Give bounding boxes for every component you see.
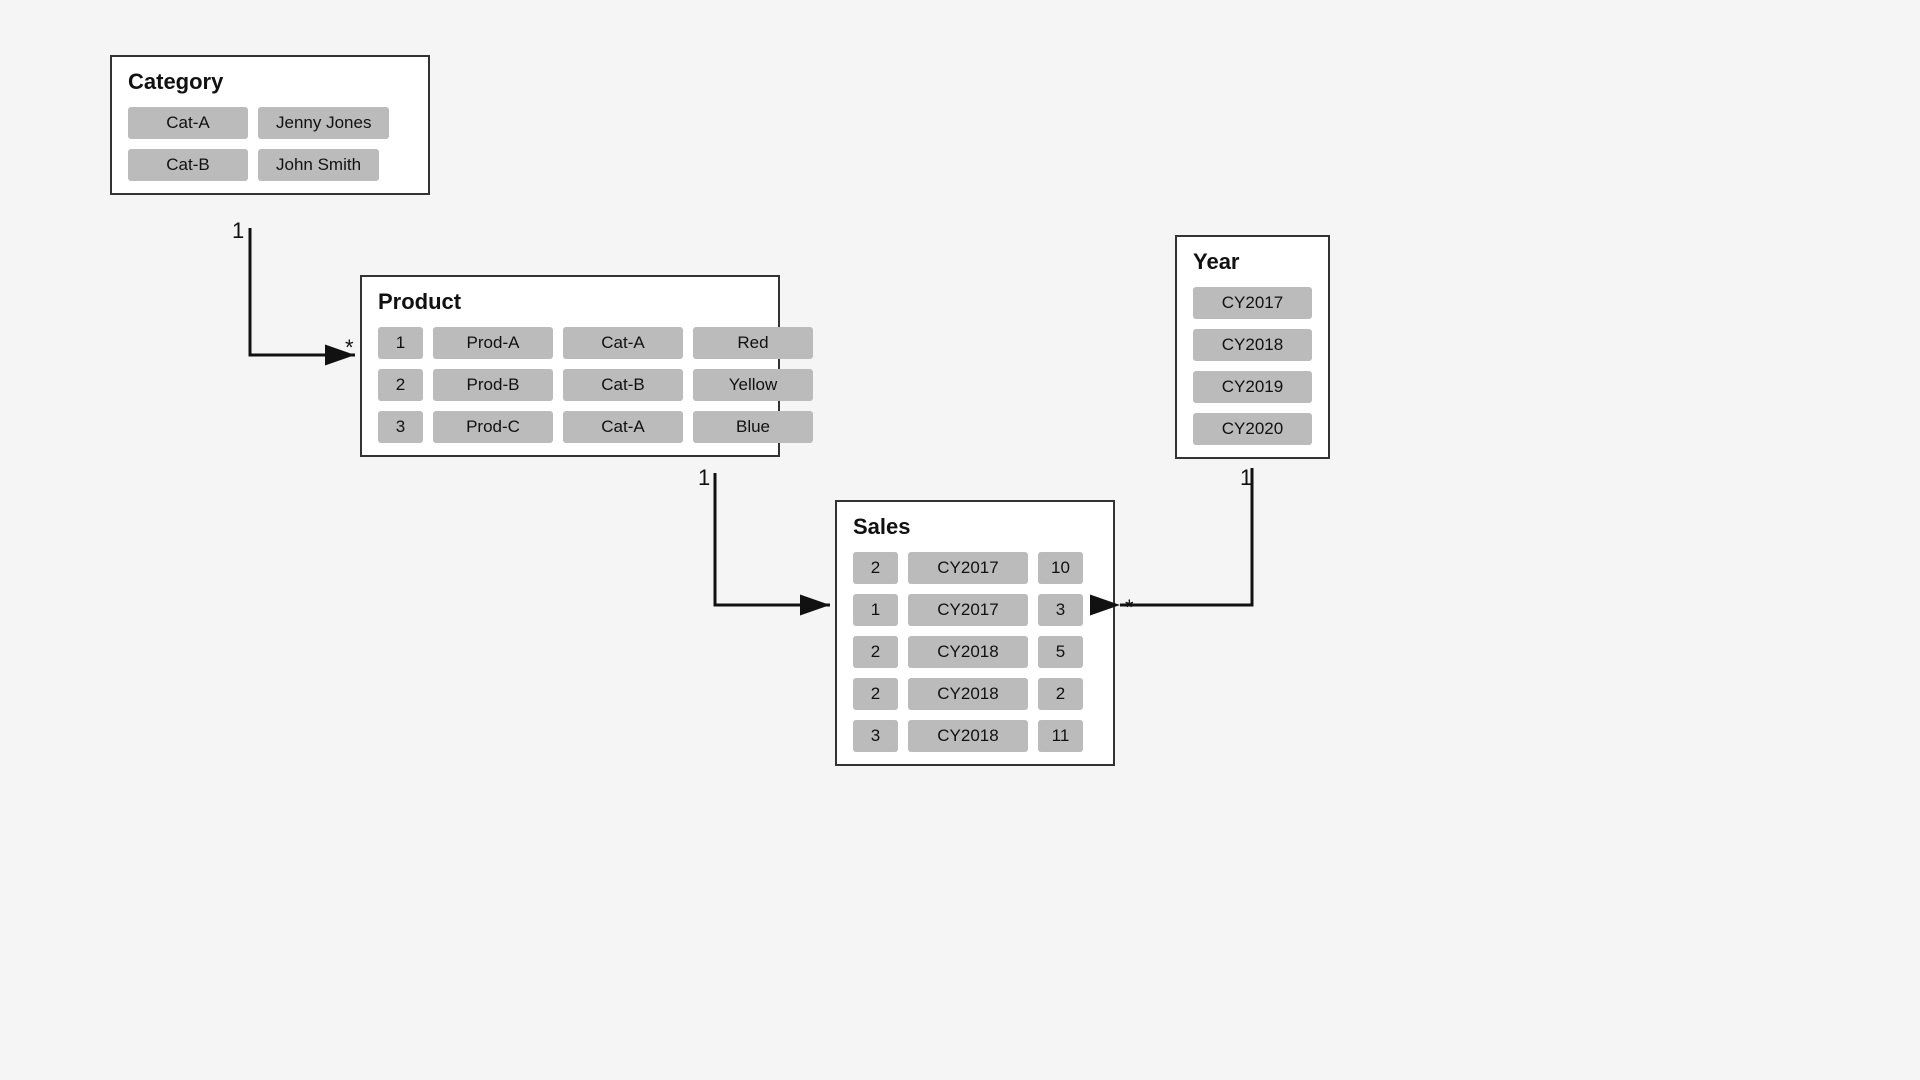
category-rows: Cat-A Jenny Jones Cat-B John Smith bbox=[128, 107, 412, 181]
cell-s2-val: 3 bbox=[1038, 594, 1083, 626]
table-row: 2 CY2017 10 bbox=[853, 552, 1097, 584]
arrow-label-star-cat-prod: * bbox=[345, 335, 354, 361]
cell-cat-a: Cat-A bbox=[128, 107, 248, 139]
cell-cy2020: CY2020 bbox=[1193, 413, 1312, 445]
cell-cy2019: CY2019 bbox=[1193, 371, 1312, 403]
product-title: Product bbox=[378, 289, 762, 315]
cell-cat-a-3: Cat-A bbox=[563, 411, 683, 443]
cell-s5-id: 3 bbox=[853, 720, 898, 752]
cell-s3-id: 2 bbox=[853, 636, 898, 668]
cell-prod-b: Prod-B bbox=[433, 369, 553, 401]
table-row: 3 Prod-C Cat-A Blue bbox=[378, 411, 762, 443]
cell-cy2017: CY2017 bbox=[1193, 287, 1312, 319]
cell-s2-id: 1 bbox=[853, 594, 898, 626]
cell-s1-id: 2 bbox=[853, 552, 898, 584]
cell-prod-a: Prod-A bbox=[433, 327, 553, 359]
cell-s3-val: 5 bbox=[1038, 636, 1083, 668]
table-row: 2 Prod-B Cat-B Yellow bbox=[378, 369, 762, 401]
cell-s1-val: 10 bbox=[1038, 552, 1083, 584]
cell-s4-val: 2 bbox=[1038, 678, 1083, 710]
sales-title: Sales bbox=[853, 514, 1097, 540]
table-row: CY2020 bbox=[1193, 413, 1312, 445]
table-row: 2 CY2018 2 bbox=[853, 678, 1097, 710]
table-row: Cat-B John Smith bbox=[128, 149, 412, 181]
table-row: 3 CY2018 11 bbox=[853, 720, 1097, 752]
arrow-label-star-prod-sales: * bbox=[800, 595, 809, 621]
cell-s5-year: CY2018 bbox=[908, 720, 1028, 752]
year-entity: Year CY2017 CY2018 CY2019 CY2020 bbox=[1175, 235, 1330, 459]
cell-s4-id: 2 bbox=[853, 678, 898, 710]
cell-cy2018: CY2018 bbox=[1193, 329, 1312, 361]
table-row: 2 CY2018 5 bbox=[853, 636, 1097, 668]
category-entity: Category Cat-A Jenny Jones Cat-B John Sm… bbox=[110, 55, 430, 195]
category-title: Category bbox=[128, 69, 412, 95]
cell-cat-b: Cat-B bbox=[128, 149, 248, 181]
cell-yellow: Yellow bbox=[693, 369, 813, 401]
arrow-label-1-year-sales: 1 bbox=[1240, 465, 1252, 491]
cell-s3-year: CY2018 bbox=[908, 636, 1028, 668]
cell-jenny-jones: Jenny Jones bbox=[258, 107, 389, 139]
year-rows: CY2017 CY2018 CY2019 CY2020 bbox=[1193, 287, 1312, 445]
cell-s1-year: CY2017 bbox=[908, 552, 1028, 584]
cell-john-smith: John Smith bbox=[258, 149, 379, 181]
arrow-product-sales bbox=[715, 473, 830, 605]
cell-id-3: 3 bbox=[378, 411, 423, 443]
cell-id-1: 1 bbox=[378, 327, 423, 359]
cell-s5-val: 11 bbox=[1038, 720, 1083, 752]
cell-s4-year: CY2018 bbox=[908, 678, 1028, 710]
sales-rows: 2 CY2017 10 1 CY2017 3 2 CY2018 5 2 CY20… bbox=[853, 552, 1097, 752]
table-row: Cat-A Jenny Jones bbox=[128, 107, 412, 139]
cell-prod-c: Prod-C bbox=[433, 411, 553, 443]
year-title: Year bbox=[1193, 249, 1312, 275]
arrow-label-1-prod-sales: 1 bbox=[698, 465, 710, 491]
cell-red: Red bbox=[693, 327, 813, 359]
arrow-year-sales bbox=[1120, 468, 1252, 605]
product-rows: 1 Prod-A Cat-A Red 2 Prod-B Cat-B Yellow… bbox=[378, 327, 762, 443]
cell-cat-b-2: Cat-B bbox=[563, 369, 683, 401]
table-row: CY2017 bbox=[1193, 287, 1312, 319]
cell-s2-year: CY2017 bbox=[908, 594, 1028, 626]
arrow-category-product bbox=[250, 228, 355, 355]
arrow-label-star-year-sales: * bbox=[1125, 595, 1134, 621]
table-row: CY2018 bbox=[1193, 329, 1312, 361]
arrow-label-1-cat-prod: 1 bbox=[232, 218, 244, 244]
cell-cat-a-2: Cat-A bbox=[563, 327, 683, 359]
sales-entity: Sales 2 CY2017 10 1 CY2017 3 2 CY2018 5 … bbox=[835, 500, 1115, 766]
table-row: 1 CY2017 3 bbox=[853, 594, 1097, 626]
cell-blue: Blue bbox=[693, 411, 813, 443]
cell-id-2: 2 bbox=[378, 369, 423, 401]
product-entity: Product 1 Prod-A Cat-A Red 2 Prod-B Cat-… bbox=[360, 275, 780, 457]
table-row: CY2019 bbox=[1193, 371, 1312, 403]
table-row: 1 Prod-A Cat-A Red bbox=[378, 327, 762, 359]
